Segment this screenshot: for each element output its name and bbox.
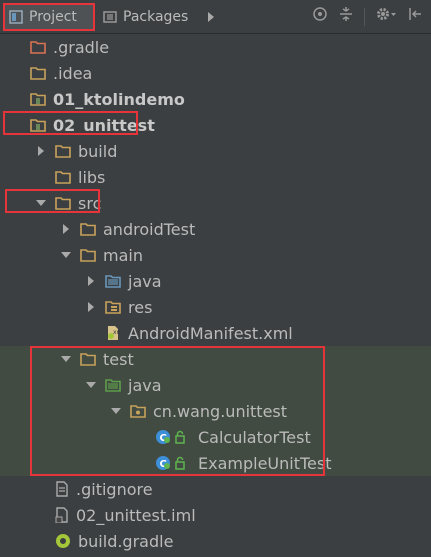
manifest-icon: xml (105, 325, 121, 341)
tree-item[interactable]: .gitignore (0, 476, 431, 502)
tree-item-label: CalculatorTest (198, 427, 311, 447)
test-class-icon: C (155, 429, 191, 445)
tab-project[interactable]: Project (3, 5, 93, 29)
toolbar-separator (364, 8, 365, 26)
test-class-icon: C (155, 455, 191, 471)
tree-item-label: java (128, 375, 162, 395)
package-icon (130, 404, 146, 418)
tree-item-label: AndroidManifest.xml (128, 323, 293, 343)
tree-arrow-spacer (35, 483, 47, 495)
tree-item-label: build (78, 141, 118, 161)
tree-arrow-spacer (35, 171, 47, 183)
tree-item-label: test (103, 349, 134, 369)
tree-item[interactable]: C ExampleUnitTest (0, 450, 431, 476)
tree-item-label: build.gradle (78, 531, 174, 551)
tree-item-label: .idea (53, 63, 93, 83)
tab-project-label: Project (29, 9, 77, 25)
tree-item[interactable]: libs (0, 164, 431, 190)
tree-item[interactable]: test (0, 346, 431, 372)
folder-icon (80, 352, 96, 366)
folder-icon (80, 248, 96, 262)
project-icon (9, 10, 23, 24)
gradle-icon (55, 533, 71, 549)
test-folder-icon (105, 378, 121, 392)
target-icon[interactable] (312, 6, 328, 28)
tree-item[interactable]: androidTest (0, 216, 431, 242)
module-folder-icon (30, 92, 46, 106)
tree-arrow-spacer (135, 457, 147, 469)
iml-file-icon (55, 507, 69, 523)
chevron-down-icon[interactable] (60, 353, 72, 365)
tree-arrow-spacer (10, 67, 22, 79)
tree-item[interactable]: res (0, 294, 431, 320)
tree-item[interactable]: xml AndroidManifest.xml (0, 320, 431, 346)
tree-item[interactable]: src (0, 190, 431, 216)
tree-item-label: .gitignore (76, 479, 153, 499)
tree-item[interactable]: cn.wang.unittest (0, 398, 431, 424)
toolbar-actions (312, 6, 423, 28)
tree-item-label: 02_unittest.iml (76, 505, 196, 525)
tree-item[interactable]: C CalculatorTest (0, 424, 431, 450)
svg-text:xml: xml (113, 329, 121, 336)
source-folder-icon (105, 274, 121, 288)
chevron-right-icon[interactable] (35, 145, 47, 157)
folder-icon (80, 222, 96, 236)
folder-icon (55, 144, 71, 158)
tab-packages-label: Packages (123, 9, 189, 25)
tree-item-label: 01_ktolindemo (53, 89, 185, 109)
tree-item[interactable]: 01_ktolindemo (0, 86, 431, 112)
tree-item[interactable]: .idea (0, 60, 431, 86)
folder-orange-icon (30, 40, 46, 54)
tree-arrow-spacer (10, 119, 22, 131)
tree-arrow-spacer (135, 431, 147, 443)
chevron-down-icon[interactable] (85, 379, 97, 391)
tree-item[interactable]: java (0, 372, 431, 398)
tree-arrow-spacer (35, 509, 47, 521)
tree-item-label: res (128, 297, 153, 317)
text-file-icon (55, 481, 69, 497)
tree-item-label: libs (78, 167, 106, 187)
tree-arrow-spacer (10, 41, 22, 53)
tree-item[interactable]: 02_unittest (0, 112, 431, 138)
project-toolbar: Project Packages (0, 0, 431, 34)
tree-item[interactable]: main (0, 242, 431, 268)
tab-packages[interactable]: Packages (99, 5, 199, 29)
tree-item-label: main (103, 245, 143, 265)
tree-item-label: .gradle (53, 37, 110, 57)
tree-item-label: java (128, 271, 162, 291)
tree-item[interactable]: java (0, 268, 431, 294)
hide-icon[interactable] (407, 6, 423, 28)
triangle-right-icon (208, 12, 214, 22)
chevron-down-icon[interactable] (35, 197, 47, 209)
tree-item-label: androidTest (103, 219, 196, 239)
chevron-down-icon[interactable] (110, 405, 122, 417)
tree-item-label: src (78, 193, 102, 213)
tree-item-label: ExampleUnitTest (198, 453, 332, 473)
gear-icon[interactable] (375, 6, 397, 28)
tree-item[interactable]: 02_unittest.iml (0, 502, 431, 528)
tree-arrow-spacer (10, 93, 22, 105)
folder-icon (55, 170, 71, 184)
tree-arrow-spacer (85, 327, 97, 339)
folder-icon (30, 66, 46, 80)
tree-item[interactable]: build.gradle (0, 528, 431, 554)
folder-icon (55, 196, 71, 210)
chevron-down-icon[interactable] (60, 249, 72, 261)
tree-item-label: 02_unittest (53, 115, 155, 135)
chevron-right-icon[interactable] (85, 275, 97, 287)
chevron-right-icon[interactable] (60, 223, 72, 235)
tree-item[interactable]: .gradle (0, 34, 431, 60)
collapse-icon[interactable] (338, 6, 354, 28)
tree-arrow-spacer (35, 535, 47, 547)
resource-folder-icon (105, 300, 121, 314)
tree-item[interactable]: build (0, 138, 431, 164)
packages-icon (103, 10, 117, 24)
more-tabs-button[interactable] (206, 9, 220, 25)
chevron-right-icon[interactable] (85, 301, 97, 313)
module-folder-icon (30, 118, 46, 132)
tree-item-label: cn.wang.unittest (153, 401, 288, 421)
